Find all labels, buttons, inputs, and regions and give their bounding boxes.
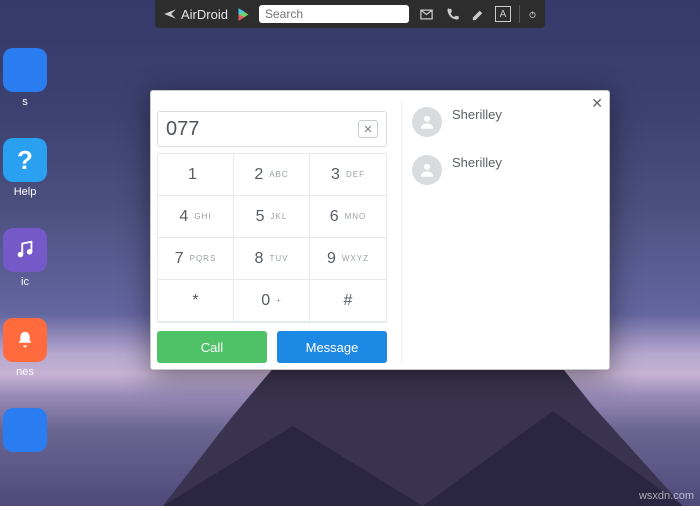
dial-panel: 077 ✕ 1 2ABC 3DEF 4GHI 5JKL 6MNO 7PQRS 8… — [157, 111, 387, 363]
app-ringtones-label: nes — [0, 366, 50, 378]
contact-name: Sherilley — [452, 107, 502, 122]
power-icon[interactable] — [519, 5, 537, 23]
key-star[interactable]: * — [158, 280, 234, 322]
app-help[interactable]: ? Help — [0, 138, 50, 198]
backspace-icon[interactable]: ✕ — [358, 120, 378, 138]
edit-icon[interactable] — [469, 5, 487, 23]
avatar-icon — [412, 155, 442, 185]
desktop-apps: s ? Help ic nes — [0, 48, 50, 482]
watermark: wsxdn.com — [639, 490, 694, 502]
app-os[interactable]: s — [0, 48, 50, 108]
key-9[interactable]: 9WXYZ — [310, 238, 386, 280]
music-note-icon — [14, 239, 36, 261]
contacts-panel: Sherilley Sherilley — [401, 101, 603, 363]
key-2[interactable]: 2ABC — [234, 154, 310, 196]
contact-name: Sherilley — [452, 155, 502, 170]
key-4[interactable]: 4GHI — [158, 196, 234, 238]
avatar-icon — [412, 107, 442, 137]
app-os-tile[interactable] — [3, 48, 47, 92]
question-mark-icon: ? — [17, 145, 33, 176]
app-music[interactable]: ic — [0, 228, 50, 288]
app-help-label: Help — [0, 186, 50, 198]
contact-item[interactable]: Sherilley — [402, 149, 603, 197]
app-os-label: s — [0, 96, 50, 108]
app-ringtones-tile[interactable] — [3, 318, 47, 362]
key-3[interactable]: 3DEF — [310, 154, 386, 196]
phone-icon[interactable] — [443, 5, 461, 23]
play-store-icon[interactable] — [236, 7, 251, 22]
mail-icon[interactable] — [417, 5, 435, 23]
app-help-tile[interactable]: ? — [3, 138, 47, 182]
text-a-icon[interactable]: A — [495, 6, 511, 22]
brand: AirDroid — [163, 7, 228, 22]
app-music-label: ic — [0, 276, 50, 288]
key-5[interactable]: 5JKL — [234, 196, 310, 238]
dial-actions: Call Message — [157, 331, 387, 363]
app-music-tile[interactable] — [3, 228, 47, 272]
key-0[interactable]: 0+ — [234, 280, 310, 322]
app-ringtones[interactable]: nes — [0, 318, 50, 378]
airdroid-logo-icon — [163, 7, 177, 21]
key-7[interactable]: 7PQRS — [158, 238, 234, 280]
bell-icon — [14, 329, 36, 351]
contact-item[interactable]: Sherilley — [402, 101, 603, 149]
brand-text: AirDroid — [181, 7, 228, 22]
key-hash[interactable]: # — [310, 280, 386, 322]
entered-number[interactable]: 077 — [166, 118, 358, 141]
app-last-tile[interactable] — [3, 408, 47, 452]
number-display: 077 ✕ — [157, 111, 387, 147]
dial-pad: 1 2ABC 3DEF 4GHI 5JKL 6MNO 7PQRS 8TUV 9W… — [157, 153, 387, 323]
key-6[interactable]: 6MNO — [310, 196, 386, 238]
message-button[interactable]: Message — [277, 331, 387, 363]
search-box[interactable] — [259, 5, 409, 23]
search-input[interactable] — [265, 7, 403, 21]
dialer-window: ✕ 077 ✕ 1 2ABC 3DEF 4GHI 5JKL 6MNO 7PQRS… — [150, 90, 610, 370]
key-1[interactable]: 1 — [158, 154, 234, 196]
top-bar: AirDroid A — [155, 0, 545, 28]
app-last[interactable] — [0, 408, 50, 452]
key-8[interactable]: 8TUV — [234, 238, 310, 280]
call-button[interactable]: Call — [157, 331, 267, 363]
